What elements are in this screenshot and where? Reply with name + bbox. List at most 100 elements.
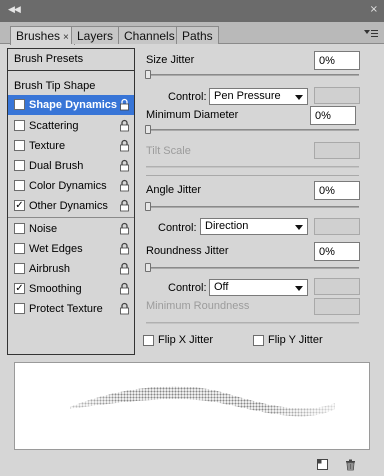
lock-icon[interactable] [119, 282, 130, 295]
trash-icon[interactable] [344, 458, 357, 471]
protect-texture-label: Protect Texture [29, 303, 103, 315]
roundness-control-value: Off [214, 281, 229, 293]
angle-control-fade-input [314, 218, 360, 235]
smoothing-checkbox[interactable]: ✓ [14, 283, 25, 294]
option-color-dynamics[interactable]: Color Dynamics [8, 176, 134, 196]
lock-icon[interactable] [119, 302, 130, 315]
min-roundness-label: Minimum Roundness [146, 300, 250, 312]
size-control-select[interactable]: Pen Pressure [209, 88, 308, 105]
lock-icon[interactable] [119, 199, 130, 212]
tab-brushes[interactable]: Brushes × [10, 26, 75, 45]
tab-close-icon[interactable]: × [63, 32, 69, 43]
lock-icon[interactable] [119, 242, 130, 255]
min-diameter-thumb[interactable] [145, 125, 151, 134]
size-control-fade-input [314, 87, 360, 104]
panel-footer [0, 454, 384, 476]
wet-edges-checkbox[interactable] [14, 243, 25, 254]
panel-menu-icon[interactable] [364, 28, 378, 40]
tilt-scale-label: Tilt Scale [146, 145, 191, 157]
option-dual-brush[interactable]: Dual Brush [8, 156, 134, 176]
angle-jitter-input[interactable]: 0% [314, 181, 360, 200]
dual-brush-checkbox[interactable] [14, 160, 25, 171]
angle-jitter-slider[interactable] [146, 206, 359, 208]
other-dynamics-checkbox[interactable]: ✓ [14, 200, 25, 211]
brush-presets-button[interactable]: Brush Presets [8, 49, 134, 71]
option-smoothing[interactable]: ✓ Smoothing [8, 279, 134, 299]
close-icon[interactable]: × [370, 4, 378, 15]
texture-checkbox[interactable] [14, 140, 25, 151]
flip-y-label: Flip Y Jitter [268, 334, 323, 346]
smoothing-label: Smoothing [29, 283, 82, 295]
tab-layers-label: Layers [77, 29, 114, 43]
size-jitter-input[interactable]: 0% [314, 51, 360, 70]
lock-icon[interactable] [119, 139, 130, 152]
option-protect-texture[interactable]: Protect Texture [8, 299, 134, 319]
tab-layers[interactable]: Layers [71, 26, 120, 44]
min-roundness-slider [146, 322, 359, 324]
lock-icon[interactable] [119, 98, 130, 111]
tab-channels[interactable]: Channels [118, 26, 181, 44]
roundness-control-fade-input [314, 278, 360, 295]
size-jitter-thumb[interactable] [145, 70, 151, 79]
panel-title-bar: ◀◀ × [0, 0, 384, 22]
flip-x-label: Flip X Jitter [158, 334, 214, 346]
lock-icon[interactable] [119, 222, 130, 235]
wet-edges-label: Wet Edges [29, 243, 83, 255]
size-control-value: Pen Pressure [214, 90, 281, 102]
flip-x-checkbox[interactable] [143, 335, 154, 346]
roundness-jitter-slider[interactable] [146, 267, 359, 269]
chevron-down-icon [295, 95, 303, 100]
brush-tip-shape-item[interactable]: Brush Tip Shape [8, 76, 134, 96]
shape-dynamics-checkbox[interactable]: ✓ [14, 99, 25, 110]
tab-paths[interactable]: Paths [176, 26, 219, 44]
min-diameter-slider[interactable] [146, 129, 359, 131]
roundness-control-select[interactable]: Off [209, 279, 308, 296]
new-preset-icon[interactable] [316, 458, 329, 471]
shape-dynamics-label: Shape Dynamics [29, 99, 118, 111]
other-dynamics-label: Other Dynamics [29, 200, 108, 212]
brush-stroke-image [15, 363, 369, 449]
dual-brush-label: Dual Brush [29, 160, 84, 172]
min-diameter-input[interactable]: 0% [310, 106, 356, 125]
angle-jitter-label: Angle Jitter [146, 184, 202, 196]
color-dynamics-checkbox[interactable] [14, 180, 25, 191]
brush-tip-shape-label: Brush Tip Shape [14, 80, 96, 92]
collapse-icon[interactable]: ◀◀ [8, 5, 21, 15]
option-wet-edges[interactable]: Wet Edges [8, 239, 134, 259]
min-roundness-input [314, 298, 360, 315]
scattering-label: Scattering [29, 120, 79, 132]
angle-jitter-thumb[interactable] [145, 202, 151, 211]
angle-control-value: Direction [205, 220, 249, 232]
option-noise[interactable]: Noise [8, 219, 134, 239]
tab-paths-label: Paths [182, 29, 213, 43]
lock-icon[interactable] [119, 262, 130, 275]
flip-y-jitter[interactable]: Flip Y Jitter [253, 334, 353, 348]
option-texture[interactable]: Texture [8, 136, 134, 156]
section-divider [146, 175, 359, 176]
size-jitter-slider[interactable] [146, 74, 359, 76]
flip-y-checkbox[interactable] [253, 335, 264, 346]
roundness-jitter-thumb[interactable] [145, 263, 151, 272]
list-divider [8, 217, 134, 218]
flip-x-jitter[interactable]: Flip X Jitter [143, 334, 243, 348]
lock-icon[interactable] [119, 179, 130, 192]
airbrush-label: Airbrush [29, 263, 70, 275]
angle-control-select[interactable]: Direction [200, 218, 308, 235]
tab-brushes-label: Brushes [16, 29, 61, 43]
chevron-down-icon [295, 225, 303, 230]
lock-icon[interactable] [119, 159, 130, 172]
roundness-jitter-input[interactable]: 0% [314, 242, 360, 261]
option-scattering[interactable]: Scattering [8, 116, 134, 136]
scattering-checkbox[interactable] [14, 120, 25, 131]
option-shape-dynamics[interactable]: ✓ Shape Dynamics [8, 95, 134, 115]
protect-texture-checkbox[interactable] [14, 303, 25, 314]
min-diameter-label: Minimum Diameter [146, 109, 239, 121]
lock-icon[interactable] [119, 119, 130, 132]
tab-channels-label: Channels [124, 29, 175, 43]
option-airbrush[interactable]: Airbrush [8, 259, 134, 279]
option-other-dynamics[interactable]: ✓ Other Dynamics [8, 196, 134, 216]
chevron-down-icon [295, 286, 303, 291]
airbrush-checkbox[interactable] [14, 263, 25, 274]
angle-control-label: Control: [158, 222, 197, 234]
noise-checkbox[interactable] [14, 223, 25, 234]
